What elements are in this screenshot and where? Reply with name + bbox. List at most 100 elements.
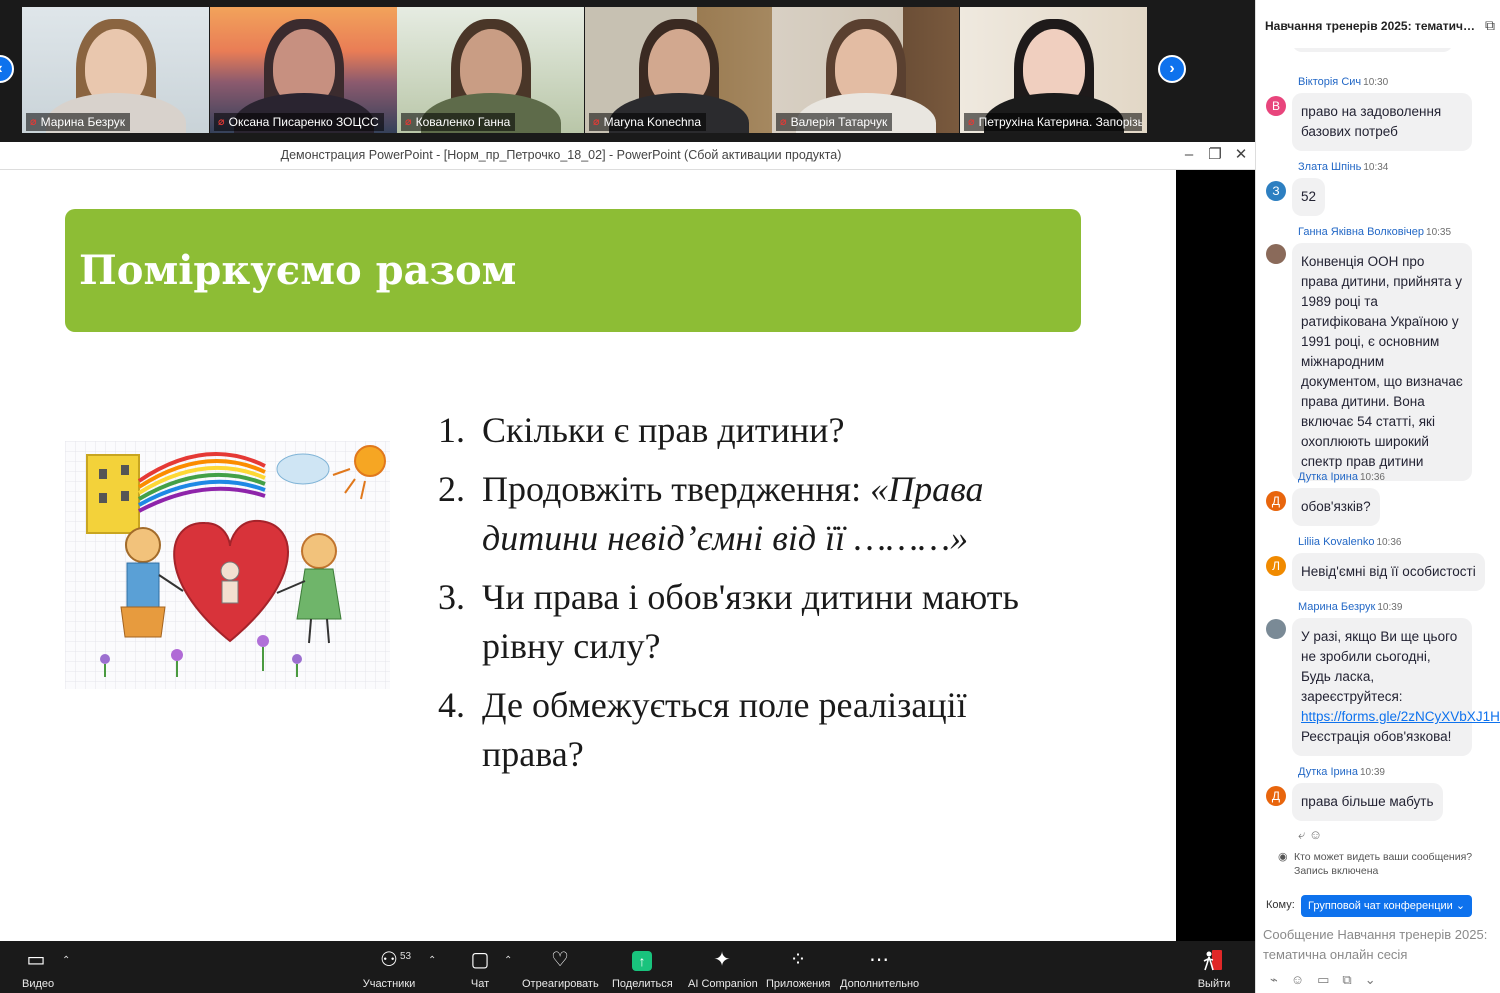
mic-muted-icon: ⌀ bbox=[593, 116, 600, 128]
message-sender[interactable]: Вікторія Сич bbox=[1298, 76, 1361, 88]
participant-tile[interactable]: ⌀ Коваленко Ганна bbox=[397, 7, 584, 133]
chat-message-input[interactable]: Сообщение Навчання тренерів 2025: темати… bbox=[1263, 925, 1495, 965]
format-icon[interactable]: ⌁ bbox=[1270, 972, 1278, 988]
more-icon: ⋯ bbox=[869, 949, 889, 971]
chevron-right-icon[interactable]: › bbox=[1158, 55, 1186, 83]
chat-button[interactable]: ▢ Чат bbox=[466, 946, 494, 991]
screenshot-icon[interactable]: ▭ bbox=[1317, 972, 1329, 988]
question-list: 1. Скільки є прав дитини? 2. Продовжіть тв… bbox=[438, 406, 1058, 789]
message-bubble: права більше мабуть bbox=[1292, 783, 1443, 821]
avatar[interactable]: В bbox=[1266, 96, 1286, 116]
participant-name-tag: ⌀ Марина Безрук bbox=[26, 113, 131, 131]
avatar[interactable] bbox=[1266, 619, 1286, 639]
presentation-slide: Поміркуємо разом 1. Скільки є прав дитин… bbox=[0, 170, 1176, 941]
mic-muted-icon: ⌀ bbox=[218, 116, 225, 128]
slide-title: Поміркуємо разом bbox=[79, 247, 517, 294]
list-item: 3. Чи права і обов'язки дитини мають рівн… bbox=[438, 577, 1019, 666]
message-time: 10:36 bbox=[1359, 472, 1385, 483]
video-button[interactable]: ▭ Видео bbox=[22, 946, 54, 991]
message-sender[interactable]: Ганна Яківна Волковічер bbox=[1298, 226, 1424, 238]
participant-tile[interactable]: ⌀ Оксана Писаренко ЗОЦСС bbox=[210, 7, 397, 133]
share-button[interactable]: ↑ Поделиться bbox=[612, 946, 673, 991]
message-bubble: обов'язків? bbox=[1292, 488, 1380, 526]
chat-title: Навчання тренерів 2025: тематична онлайн… bbox=[1265, 19, 1475, 33]
participant-name-tag: ⌀ Валерія Татарчук bbox=[776, 113, 893, 131]
message-sender[interactable]: Дутка Ірина bbox=[1298, 471, 1358, 483]
chat-recipient: Кому: Групповой чат конференции ⌄ bbox=[1266, 895, 1496, 917]
message-sender[interactable]: Liliia Kovalenko bbox=[1298, 536, 1374, 548]
ai-companion-button[interactable]: ✦ AI Companion bbox=[688, 946, 758, 991]
heart-icon: ♡ bbox=[551, 949, 569, 971]
file-icon[interactable]: ⧉ bbox=[1342, 972, 1351, 988]
message-time: 10:36 bbox=[1376, 537, 1402, 548]
sparkle-icon: ✦ bbox=[713, 949, 731, 971]
avatar[interactable]: Д bbox=[1266, 491, 1286, 511]
chat-privacy-notice[interactable]: ◉ Кто может видеть ваши сообщения? Запис… bbox=[1278, 850, 1500, 878]
leave-button[interactable]: Выйти bbox=[1196, 946, 1232, 991]
video-strip: ‹ ⌀Марина Безрук ⌀Оксана Писаренко ЗОЦСС… bbox=[0, 0, 1255, 142]
recipient-select[interactable]: Групповой чат конференции ⌄ bbox=[1301, 895, 1473, 917]
message-sender[interactable]: Злата Шпінь bbox=[1298, 161, 1361, 173]
apps-button[interactable]: ⁘ Приложения bbox=[766, 946, 830, 991]
chat-message-list[interactable]: право на власну думку Вікторія Сич10:30 … bbox=[1256, 30, 1500, 850]
message-bubble: Конвенція ООН про права дитини, прийнята… bbox=[1292, 243, 1472, 481]
mic-muted-icon: ⌀ bbox=[968, 116, 975, 128]
leave-door-icon bbox=[1203, 950, 1222, 971]
minimize-icon[interactable]: ‒ bbox=[1178, 145, 1200, 165]
window-title: Демонстрация PowerPoint - [Норм_пр_Петро… bbox=[280, 148, 842, 162]
message-sender[interactable]: Дутка Ірина bbox=[1298, 766, 1358, 778]
eye-icon: ◉ bbox=[1278, 851, 1288, 863]
chevron-up-icon[interactable]: ⌃ bbox=[62, 955, 70, 966]
close-icon[interactable]: ✕ bbox=[1230, 145, 1252, 165]
apps-icon: ⁘ bbox=[789, 949, 807, 971]
chevron-up-icon[interactable]: ⌃ bbox=[504, 955, 512, 966]
message-bubble: право на задоволення базових потреб bbox=[1292, 93, 1472, 151]
list-item: 2. Продовжіть твердження: «Права дитини н… bbox=[438, 469, 984, 558]
message-time: 10:39 bbox=[1377, 602, 1403, 613]
participant-tile[interactable]: ⌀ Валерія Татарчук bbox=[772, 7, 959, 133]
chevron-left-icon[interactable]: ‹ bbox=[0, 55, 14, 83]
chat-input-tools: ⌁ ☺ ▭ ⧉ ⌄ bbox=[1270, 972, 1376, 988]
list-item: 4. Де обмежується поле реалізації права? bbox=[438, 685, 967, 774]
chevron-up-icon[interactable]: ⌃ bbox=[428, 955, 436, 966]
participant-tile[interactable]: ⌀ Петрухіна Катерина. Запорізьк... bbox=[960, 7, 1147, 133]
message-time: 10:39 bbox=[1359, 767, 1385, 778]
video-camera-icon: ▭ bbox=[26, 949, 46, 971]
chevron-down-icon[interactable]: ⌄ bbox=[1365, 972, 1376, 988]
message-actions[interactable]: ⤶ ☺ bbox=[1298, 827, 1322, 843]
meeting-toolbar: ▭ Видео ⌃ ⚇ 53 Участники ⌃ ▢ Чат ⌃ ♡ Отр… bbox=[0, 941, 1255, 993]
message-sender[interactable]: Марина Безрук bbox=[1298, 601, 1375, 613]
restore-icon[interactable]: ❐ bbox=[1204, 145, 1226, 165]
message-bubble: Невід'ємні від її особистості bbox=[1292, 553, 1485, 591]
message-time: 10:35 bbox=[1426, 227, 1452, 238]
message-bubble: 52 bbox=[1292, 178, 1326, 216]
child-drawing-illustration bbox=[65, 441, 390, 689]
participant-tile[interactable]: ⌀ Maryna Konechna bbox=[585, 7, 772, 133]
mic-muted-icon: ⌀ bbox=[30, 116, 37, 128]
registration-link[interactable]: https://forms.gle/2zNCyXVbXJ1HqTjv5 bbox=[1301, 709, 1500, 724]
popout-icon[interactable]: ⧉ bbox=[1485, 17, 1495, 34]
share-screen-icon: ↑ bbox=[632, 951, 652, 971]
react-button[interactable]: ♡ Отреагировать bbox=[522, 946, 599, 991]
message-bubble: У разі, якщо Ви ще цього не зробили сьог… bbox=[1292, 618, 1500, 756]
emoji-icon[interactable]: ☺ bbox=[1291, 972, 1304, 988]
participant-name-tag: ⌀ Maryna Konechna bbox=[589, 113, 707, 131]
recipient-label: Кому: bbox=[1266, 899, 1295, 911]
avatar[interactable]: Д bbox=[1266, 786, 1286, 806]
list-item: 1. Скільки є прав дитини? bbox=[438, 410, 845, 450]
participant-name-tag: ⌀ Коваленко Ганна bbox=[401, 113, 516, 131]
mic-muted-icon: ⌀ bbox=[405, 116, 412, 128]
avatar[interactable]: З bbox=[1266, 181, 1286, 201]
mic-muted-icon: ⌀ bbox=[780, 116, 787, 128]
powerpoint-titlebar: Демонстрация PowerPoint - [Норм_пр_Петро… bbox=[0, 142, 1255, 170]
participant-count: 53 bbox=[400, 951, 412, 962]
participants-button[interactable]: ⚇ 53 Участники bbox=[362, 946, 416, 991]
participant-name-tag: ⌀ Оксана Писаренко ЗОЦСС bbox=[214, 113, 384, 131]
slide-title-banner: Поміркуємо разом bbox=[65, 209, 1081, 332]
more-button[interactable]: ⋯ Дополнительно bbox=[840, 946, 919, 991]
participant-name-tag: ⌀ Петрухіна Катерина. Запорізьк... bbox=[964, 113, 1142, 131]
participant-tile[interactable]: ⌀ Марина Безрук bbox=[22, 7, 209, 133]
avatar[interactable]: Л bbox=[1266, 556, 1286, 576]
message-time: 10:30 bbox=[1363, 77, 1389, 88]
avatar[interactable] bbox=[1266, 244, 1286, 264]
